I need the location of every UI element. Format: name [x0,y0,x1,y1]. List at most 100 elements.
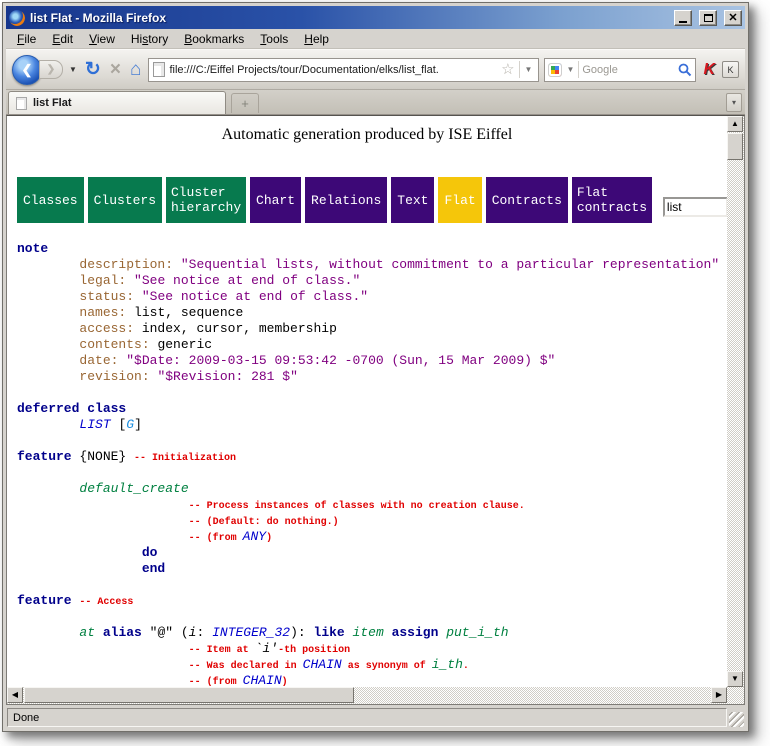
back-button[interactable]: ❮ [12,55,42,85]
scroll-right-button[interactable]: ▶ [711,687,727,703]
vertical-scrollbar-thumb[interactable] [727,133,743,160]
horizontal-scrollbar-thumb[interactable] [24,687,354,703]
doc-nav-clusters[interactable]: Clusters [88,177,162,223]
code-line: contents: generic [17,337,727,353]
tab-label: list Flat [33,97,72,109]
doc-nav-relations[interactable]: Relations [305,177,387,223]
goto-label: Go to: [663,180,710,195]
search-input[interactable] [582,64,675,76]
code-block: note description: "Sequential lists, wit… [17,241,727,687]
forward-icon: ❯ [47,64,55,75]
code-line: -- (Default: do nothing.) [17,513,727,529]
doc-nav-contracts[interactable]: Contracts [486,177,568,223]
code-line [17,385,727,401]
code-line: legal: "See notice at end of class." [17,273,727,289]
url-bar[interactable]: file:///C:/Eiffel Projects/tour/Document… [148,58,539,82]
refresh-button[interactable]: ↻ [83,60,103,80]
status-text: Done [7,708,727,727]
page-content: Automatic generation produced by ISE Eif… [7,116,727,687]
home-button[interactable]: ⌂ [128,60,143,80]
search-engine-dropdown[interactable]: ▼ [565,61,579,78]
code-line: feature -- Access [17,593,727,609]
menu-bar: FileEditViewHistoryBookmarksToolsHelp [6,29,745,49]
doc-nav-chart[interactable]: Chart [250,177,301,223]
doc-nav-buttons: ClassesClustersCluster hierarchyChartRel… [17,177,727,223]
scroll-up-button[interactable]: ▲ [727,116,743,132]
code-line: revision: "$Revision: 281 $" [17,369,727,385]
browser-window: list Flat - Mozilla Firefox ✕ FileEditVi… [2,2,749,732]
code-line [17,577,727,593]
maximize-button[interactable] [699,10,717,26]
back-icon: ❮ [22,62,33,78]
page-title: Automatic generation produced by ISE Eif… [7,126,727,144]
vertical-scrollbar[interactable]: ▲ ▼ [727,116,744,687]
content-frame: Automatic generation produced by ISE Eif… [6,115,745,705]
minimize-button[interactable] [674,10,692,26]
doc-nav-classes[interactable]: Classes [17,177,84,223]
code-line: LIST [G] [17,417,727,433]
menu-item-file[interactable]: File [9,30,44,48]
minimize-icon [679,21,687,23]
code-line: -- Was declared in CHAIN as synonym of i… [17,657,727,673]
menu-item-view[interactable]: View [81,30,123,48]
url-text[interactable]: file:///C:/Eiffel Projects/tour/Document… [169,64,497,76]
status-bar: Done [6,705,745,728]
firefox-icon [9,10,25,26]
scroll-left-button[interactable]: ◀ [7,687,23,703]
doc-nav-flat[interactable]: Flat [438,177,481,223]
kaspersky-icon[interactable]: K [701,61,717,79]
doc-nav-flat-contracts[interactable]: Flat contracts [572,177,652,223]
window-title: list Flat - Mozilla Firefox [30,11,667,25]
goto-panel: Go to: [656,177,727,223]
close-button[interactable]: ✕ [724,10,742,26]
code-line: status: "See notice at end of class." [17,289,727,305]
page-favicon-icon [153,62,165,77]
menu-item-history[interactable]: History [123,30,176,48]
code-line: feature {NONE} -- Initialization [17,449,727,465]
tab-favicon-icon [16,97,27,110]
code-line: at alias "@" (i: INTEGER_32): like item … [17,625,727,641]
code-line: -- Item at `i'-th position [17,641,727,657]
scrollbar-corner [727,687,744,704]
code-line: description: "Sequential lists, without … [17,257,727,273]
close-icon: ✕ [728,13,737,23]
resize-grip[interactable] [729,712,744,727]
navigation-toolbar: ❮ ❯ ▼ ↻ × ⌂ file:///C:/Eiffel Projects/t… [6,49,745,90]
menu-item-bookmarks[interactable]: Bookmarks [176,30,252,48]
code-line: -- (from CHAIN) [17,673,727,687]
code-line: do [17,545,727,561]
menu-item-help[interactable]: Help [296,30,337,48]
search-magnifier-icon[interactable] [678,63,692,77]
scroll-down-button[interactable]: ▼ [727,671,743,687]
code-line [17,433,727,449]
forward-button[interactable]: ❯ [39,60,63,79]
title-bar: list Flat - Mozilla Firefox ✕ [6,6,745,29]
k-key-button[interactable]: K [722,61,739,78]
tab-bar: list Flat + ▾ [6,90,745,115]
google-icon [548,63,562,77]
history-dropdown-button[interactable]: ▼ [68,65,78,74]
code-line: -- (from ANY) [17,529,727,545]
menu-item-edit[interactable]: Edit [44,30,81,48]
code-line: names: list, sequence [17,305,727,321]
code-line: default_create [17,481,727,497]
horizontal-scrollbar[interactable]: ◀ ▶ [7,687,727,704]
code-line: access: index, cursor, membership [17,321,727,337]
tab-list-dropdown-button[interactable]: ▾ [726,93,742,112]
doc-nav-cluster-hierarchy[interactable]: Cluster hierarchy [166,177,246,223]
search-box[interactable]: ▼ [544,58,696,82]
url-dropdown-button[interactable]: ▼ [519,61,535,78]
code-line: date: "$Date: 2009-03-15 09:53:42 -0700 … [17,353,727,369]
stop-button[interactable]: × [108,60,123,80]
code-line: note [17,241,727,257]
bookmark-star-icon[interactable]: ☆ [501,62,514,77]
doc-nav-text[interactable]: Text [391,177,434,223]
maximize-icon [704,14,713,22]
code-line: end [17,561,727,577]
goto-input[interactable] [663,197,727,217]
menu-item-tools[interactable]: Tools [252,30,296,48]
tab-list-flat[interactable]: list Flat [8,91,226,114]
new-tab-button[interactable]: + [231,93,259,113]
code-line [17,609,727,625]
code-line: -- Process instances of classes with no … [17,497,727,513]
